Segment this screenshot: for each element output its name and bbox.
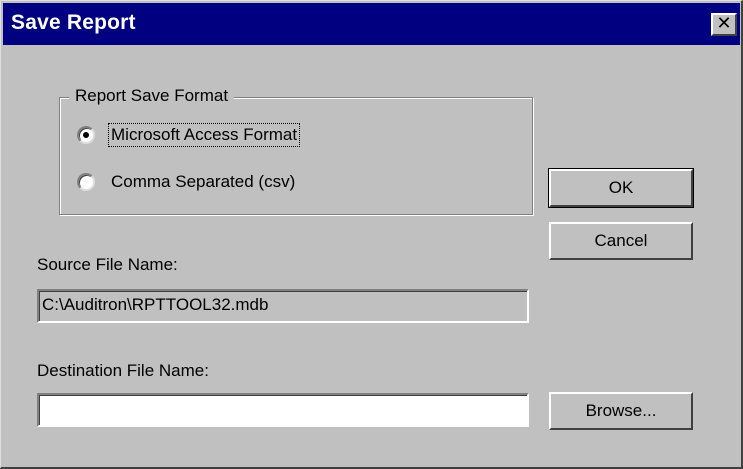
destination-file-name-label: Destination File Name:: [37, 361, 209, 380]
radio-button-checked-icon[interactable]: [77, 126, 95, 144]
save-report-dialog: Save Report ✕ Report Save Format Microso…: [0, 0, 743, 469]
cancel-button[interactable]: Cancel: [549, 222, 693, 260]
source-file-name-field[interactable]: C:\Auditron\RPTTOOL32.mdb: [37, 289, 529, 323]
title-bar[interactable]: Save Report ✕: [3, 3, 740, 45]
radio-label-comma-separated[interactable]: Comma Separated (csv): [109, 171, 297, 193]
dialog-title: Save Report: [11, 11, 136, 34]
destination-file-name-input[interactable]: [37, 393, 529, 427]
close-button[interactable]: ✕: [711, 13, 737, 36]
report-save-format-group: [59, 97, 533, 215]
close-icon: ✕: [716, 13, 732, 34]
radio-button-unchecked-icon[interactable]: [77, 173, 95, 191]
source-file-name-label: Source File Name:: [37, 255, 178, 274]
radio-label-microsoft-access[interactable]: Microsoft Access Format: [107, 123, 301, 147]
report-save-format-legend: Report Save Format: [69, 85, 235, 107]
browse-button[interactable]: Browse...: [549, 392, 693, 430]
radio-microsoft-access-format[interactable]: Microsoft Access Format: [77, 122, 301, 148]
ok-button[interactable]: OK: [548, 168, 694, 208]
radio-comma-separated[interactable]: Comma Separated (csv): [77, 169, 297, 195]
